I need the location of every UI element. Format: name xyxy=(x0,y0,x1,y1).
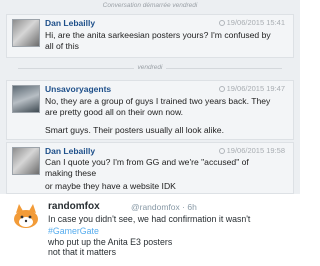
sender-name[interactable]: Dan Lebailly xyxy=(45,18,95,28)
chat-conversation: Conversation démarrée vendredi Dan Lebai… xyxy=(0,0,300,194)
tweet-text: In case you didn't see, we had confirmat… xyxy=(48,214,251,247)
hashtag-link[interactable]: #GamerGate xyxy=(48,226,99,236)
tweet-handle-time[interactable]: @randomfox · 6h xyxy=(131,202,197,212)
conversation-start-note: Conversation démarrée vendredi xyxy=(102,2,198,9)
message-timestamp: 19/06/2015 15:41 xyxy=(218,18,285,27)
sender-name[interactable]: Unsavoryagents xyxy=(45,84,111,94)
tweet-author-name[interactable]: randomfox xyxy=(48,201,100,212)
sender-name[interactable]: Dan Lebailly xyxy=(45,146,95,156)
clock-icon xyxy=(218,148,225,154)
clock-icon xyxy=(218,20,225,26)
day-divider: vendredi xyxy=(0,64,300,71)
chat-message: Dan Lebailly 19/06/2015 19:58 Can I quot… xyxy=(6,142,294,194)
message-timestamp: 19/06/2015 19:47 xyxy=(218,84,285,93)
clock-icon xyxy=(218,86,225,92)
fox-avatar-icon[interactable] xyxy=(12,203,40,229)
avatar xyxy=(12,85,40,113)
avatar xyxy=(12,147,40,175)
chat-message: Unsavoryagents 19/06/2015 19:47 No, they… xyxy=(6,80,294,140)
tweet: randomfox @randomfox · 6h In case you di… xyxy=(0,194,300,266)
message-timestamp: 19/06/2015 19:58 xyxy=(218,146,285,155)
message-text: Can I quote you? I'm from GG and we're "… xyxy=(45,157,249,178)
message-followup: or maybe they have a website IDK xyxy=(45,181,176,191)
message-followup: Smart guys. Their posters usually all lo… xyxy=(45,125,224,135)
avatar xyxy=(12,19,40,47)
tweet-followup-text: not that it matters xyxy=(48,247,116,257)
message-text: No, they are a group of guys I trained t… xyxy=(45,96,271,117)
message-text: Hi, are the anita sarkeesian posters you… xyxy=(45,30,271,51)
chat-message: Dan Lebailly 19/06/2015 15:41 Hi, are th… xyxy=(6,14,294,58)
